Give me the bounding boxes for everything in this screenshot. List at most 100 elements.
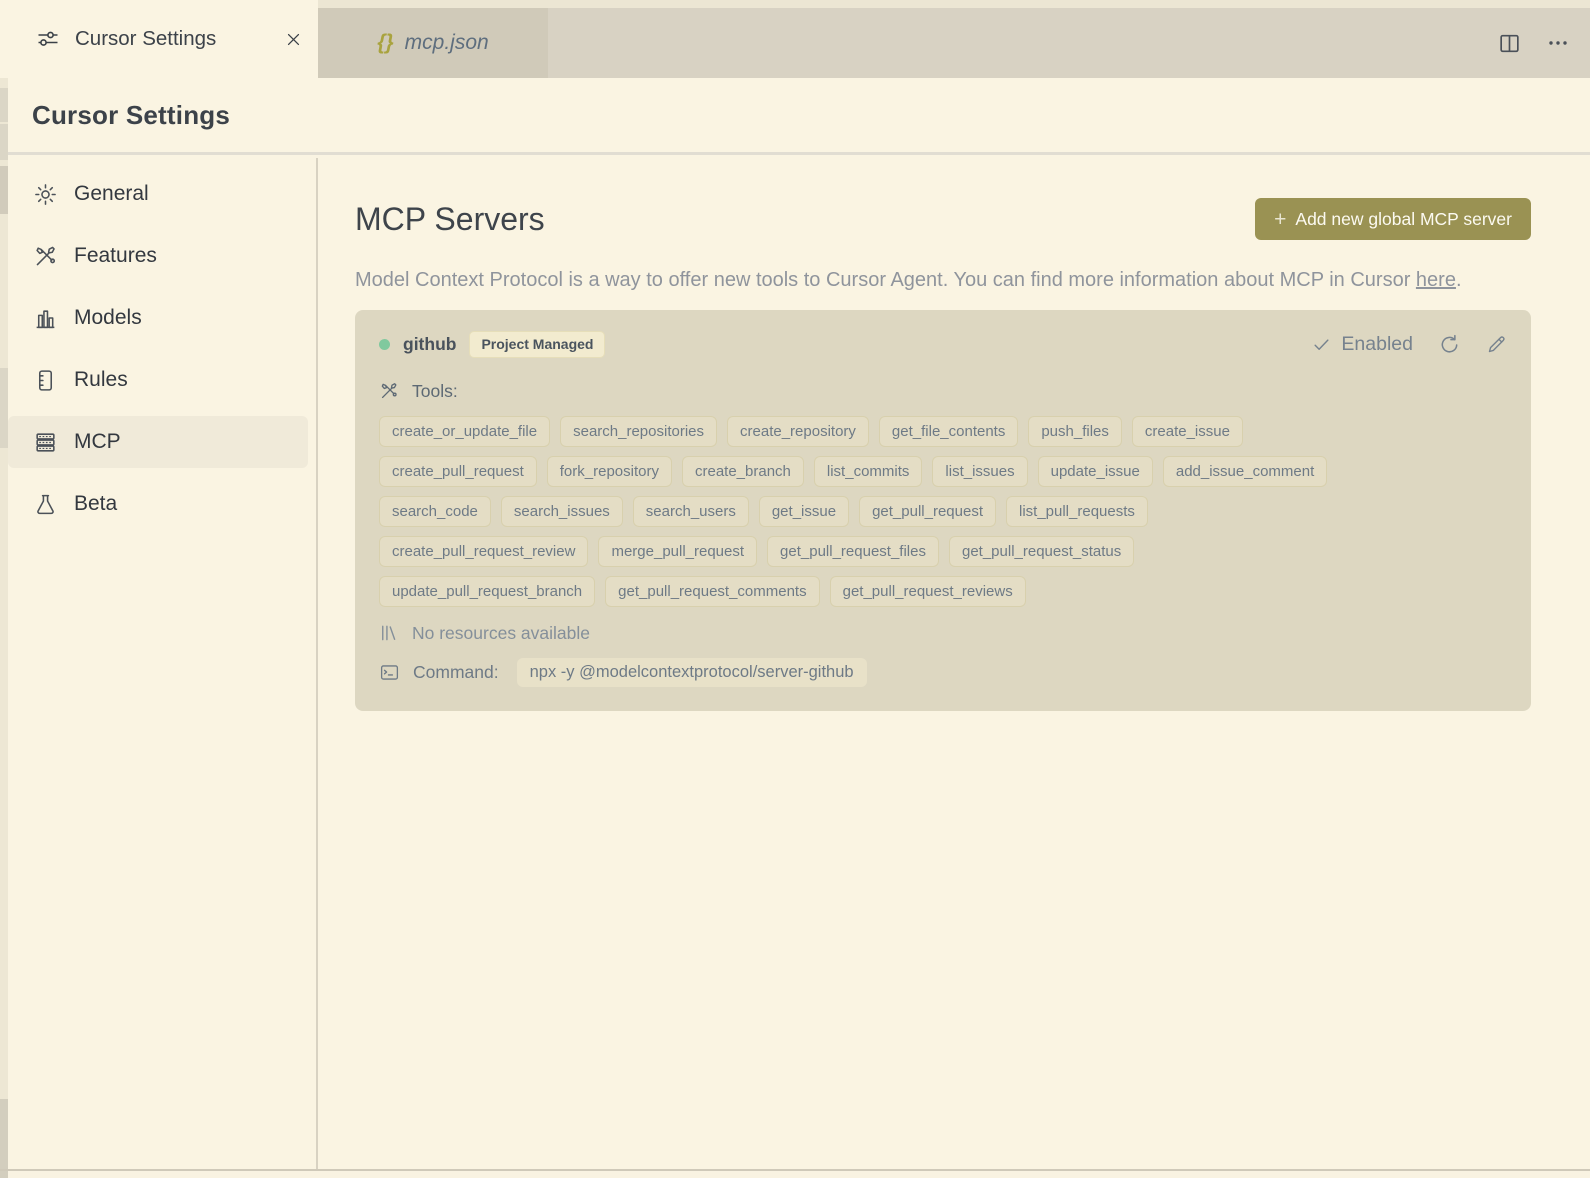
- tab-label: mcp.json: [404, 31, 489, 54]
- tool-pill[interactable]: get_pull_request_comments: [605, 575, 820, 607]
- tool-pill-rows: create_or_update_file search_repositories…: [379, 415, 1507, 607]
- tool-pill[interactable]: create_pull_request: [379, 455, 537, 487]
- mcp-description: Model Context Protocol is a way to offer…: [355, 263, 1531, 298]
- page-title: Cursor Settings: [32, 99, 231, 130]
- mcp-server-card-github: github Project Managed Enabled Tools: cr…: [355, 310, 1531, 711]
- enabled-label: Enabled: [1341, 332, 1413, 355]
- settings-header: Cursor Settings: [0, 78, 1590, 155]
- refresh-icon[interactable]: [1438, 333, 1461, 356]
- mcp-settings-panel: MCP Servers + Add new global MCP server …: [318, 158, 1590, 1169]
- plus-icon: +: [1274, 207, 1287, 231]
- project-managed-badge: Project Managed: [469, 331, 606, 358]
- bottom-edge-strip: [0, 1169, 1590, 1178]
- tool-pill-row: create_pull_request fork_repository create…: [379, 455, 1507, 487]
- sidebar-item-mcp[interactable]: MCP: [8, 416, 308, 468]
- tools-row: Tools:: [379, 381, 1507, 402]
- here-link[interactable]: here: [1416, 269, 1456, 291]
- edge-segment: [0, 1099, 8, 1169]
- add-button-label: Add new global MCP server: [1295, 208, 1512, 229]
- tool-pill[interactable]: create_pull_request_review: [379, 535, 589, 567]
- server-card-actions: Enabled: [1312, 333, 1507, 356]
- tool-pill[interactable]: get_pull_request_status: [948, 535, 1135, 567]
- tool-pill[interactable]: search_repositories: [560, 415, 718, 447]
- more-actions-icon[interactable]: [1546, 31, 1570, 55]
- tool-pill[interactable]: add_issue_comment: [1162, 455, 1328, 487]
- resources-row: No resources available: [379, 623, 1507, 644]
- tools-label: Tools:: [412, 380, 458, 401]
- bar-chart-icon: [32, 306, 58, 331]
- tool-pill[interactable]: list_commits: [813, 455, 923, 487]
- tool-pill[interactable]: create_issue: [1131, 415, 1243, 447]
- check-icon: [1312, 335, 1331, 354]
- cursor-settings-window: Cursor Settings {} mcp.json Cursor Setti…: [0, 0, 1590, 1178]
- sidebar-item-beta[interactable]: Beta: [8, 478, 308, 530]
- enabled-toggle[interactable]: Enabled: [1312, 333, 1413, 356]
- resources-label: No resources available: [412, 622, 591, 643]
- tool-pill[interactable]: search_users: [632, 495, 749, 527]
- settings-sidebar: General Features Models Rules MCP Beta: [0, 158, 318, 1169]
- tool-pill[interactable]: search_issues: [500, 495, 623, 527]
- tab-mcp-json[interactable]: {} mcp.json: [318, 8, 548, 78]
- library-icon: [379, 623, 399, 643]
- tool-pill[interactable]: merge_pull_request: [598, 535, 758, 567]
- server-card-header: github Project Managed Enabled: [379, 331, 1507, 358]
- section-title: MCP Servers: [355, 200, 545, 237]
- add-global-mcp-server-button[interactable]: + Add new global MCP server: [1255, 198, 1531, 240]
- edit-pencil-icon[interactable]: [1486, 334, 1507, 355]
- tool-pill[interactable]: get_pull_request: [859, 495, 996, 527]
- tool-pill[interactable]: create_branch: [681, 455, 804, 487]
- tool-pill[interactable]: create_or_update_file: [379, 415, 551, 447]
- json-braces-icon: {}: [377, 31, 394, 54]
- left-edge-strip: [0, 78, 8, 1169]
- sidebar-item-label: Rules: [74, 368, 128, 391]
- sidebar-item-models[interactable]: Models: [8, 292, 308, 344]
- edge-segment: [0, 368, 8, 448]
- tool-pill[interactable]: update_issue: [1037, 455, 1153, 487]
- tab-label: Cursor Settings: [75, 27, 217, 50]
- command-label: Command:: [413, 661, 499, 682]
- split-editor-icon[interactable]: [1497, 31, 1522, 56]
- tools-icon: [379, 381, 399, 401]
- sidebar-item-label: MCP: [74, 430, 121, 453]
- tool-pill-row: create_or_update_file search_repositories…: [379, 415, 1507, 447]
- tab-cursor-settings[interactable]: Cursor Settings: [0, 0, 318, 78]
- terminal-icon: [379, 662, 400, 683]
- tool-pill[interactable]: list_pull_requests: [1005, 495, 1148, 527]
- ruled-page-icon: [32, 368, 58, 393]
- command-value[interactable]: npx -y @modelcontextprotocol/server-gith…: [516, 657, 867, 687]
- server-stack-icon: [32, 430, 58, 455]
- server-name: github: [403, 333, 457, 354]
- settings-body: General Features Models Rules MCP Beta M…: [0, 158, 1590, 1169]
- sidebar-item-features[interactable]: Features: [8, 230, 308, 282]
- tools-icon: [32, 244, 58, 269]
- tool-pill[interactable]: get_issue: [758, 495, 850, 527]
- close-tab-icon[interactable]: [285, 31, 302, 48]
- tool-pill[interactable]: get_pull_request_files: [767, 535, 939, 567]
- status-dot: [379, 338, 390, 350]
- sidebar-item-general[interactable]: General: [8, 168, 308, 220]
- tool-pill[interactable]: search_code: [379, 495, 491, 527]
- tool-pill-row: update_pull_request_branch get_pull_reque…: [379, 575, 1507, 607]
- sidebar-item-rules[interactable]: Rules: [8, 354, 308, 406]
- tool-pill[interactable]: create_repository: [727, 415, 869, 447]
- description-text: Model Context Protocol is a way to offer…: [355, 269, 1416, 291]
- sliders-icon: [36, 27, 60, 51]
- edge-segment: [0, 166, 8, 214]
- tool-pill[interactable]: fork_repository: [546, 455, 672, 487]
- tool-pill[interactable]: get_pull_request_reviews: [829, 575, 1026, 607]
- edge-segment: [0, 88, 8, 122]
- gear-icon: [32, 182, 58, 207]
- edge-segment: [0, 124, 8, 160]
- tool-pill[interactable]: update_pull_request_branch: [379, 575, 596, 607]
- mcp-header-row: MCP Servers + Add new global MCP server: [355, 198, 1531, 240]
- tool-pill[interactable]: push_files: [1028, 415, 1122, 447]
- sidebar-item-label: Models: [74, 306, 142, 329]
- tool-pill[interactable]: list_issues: [932, 455, 1028, 487]
- sidebar-item-label: Beta: [74, 492, 118, 515]
- tab-bar-actions: [1497, 8, 1570, 78]
- command-row: Command: npx -y @modelcontextprotocol/se…: [379, 657, 1507, 687]
- description-period: .: [1455, 269, 1462, 291]
- sidebar-item-label: Features: [74, 244, 157, 267]
- tool-pill[interactable]: get_file_contents: [878, 415, 1019, 447]
- tool-pill-row: search_code search_issues search_users get_…: [379, 495, 1507, 527]
